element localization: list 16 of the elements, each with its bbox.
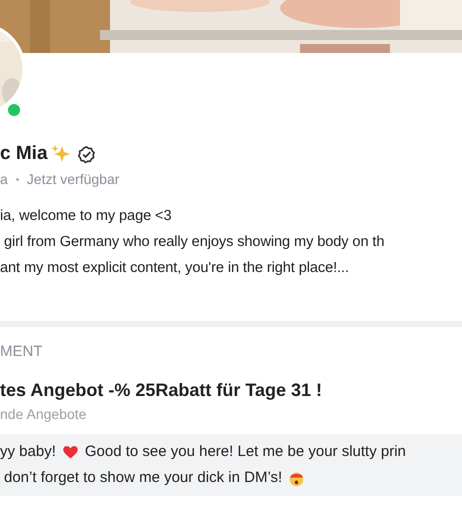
section-heading: MENT [0, 343, 44, 362]
separator-dot [16, 178, 19, 180]
message-text: Good to see you here! Let me be your slutty prin [84, 442, 406, 462]
offer-title: tes Angebot -% 25Rabatt für Tage 31 ! [0, 380, 324, 401]
offer-subtitle: nde Angebote [0, 406, 88, 422]
message-text: yy baby! [0, 442, 56, 462]
bio-text: ia, welcome to my page <3 [0, 207, 172, 226]
message-text: don’t forget to show me your dick in DM’s! [4, 468, 282, 488]
profile-handle: a [0, 171, 8, 187]
profile-name: c Mia [0, 143, 48, 165]
availability-status: Jetzt verfügbar [26, 171, 120, 187]
bio-text: girl from Germany who really enjoys showing my body on th [3, 233, 386, 252]
heart-icon [62, 444, 79, 460]
sparkles-icon [50, 144, 71, 164]
bio-text: ant my most explicit content, you're in the right place!... [0, 259, 350, 278]
emoji-icon [288, 470, 306, 486]
